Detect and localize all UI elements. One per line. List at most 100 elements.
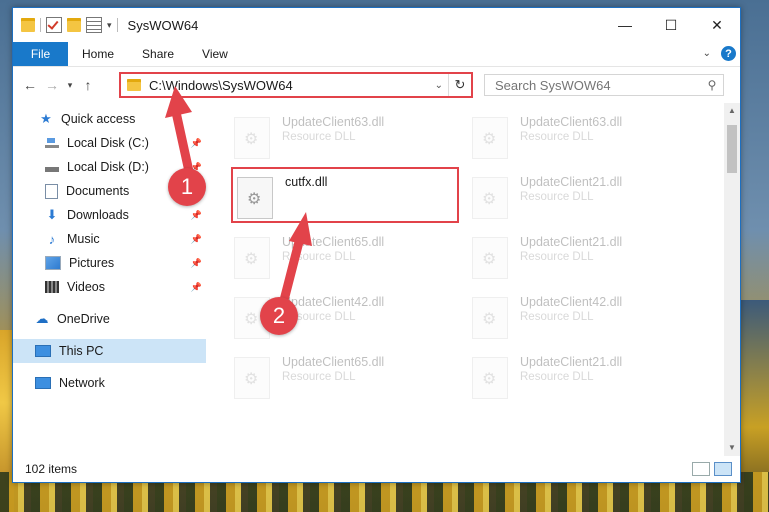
nav-local-disk-c[interactable]: Local Disk (C:) 📌	[13, 131, 206, 155]
list-item[interactable]: UpdateClient42.dll Resource DLL	[472, 293, 702, 353]
new-folder-icon[interactable]	[67, 18, 81, 32]
nav-downloads[interactable]: ⬇ Downloads 📌	[13, 203, 206, 227]
address-path[interactable]: C:\Windows\SysWOW64	[149, 78, 293, 93]
scroll-down-icon[interactable]: ▼	[724, 440, 740, 456]
scroll-up-icon[interactable]: ▲	[724, 103, 740, 119]
pin-icon[interactable]: 📌	[191, 210, 202, 221]
nav-label: Pictures	[69, 256, 115, 270]
pc-icon	[35, 345, 51, 357]
file-name: UpdateClient21.dll	[520, 235, 623, 249]
nav-onedrive[interactable]: ☁ OneDrive	[13, 307, 206, 331]
pictures-icon	[45, 256, 61, 270]
pin-icon[interactable]: 📌	[191, 138, 202, 149]
pin-icon[interactable]: 📌	[191, 258, 202, 269]
tab-file[interactable]: File	[13, 42, 68, 66]
expand-ribbon-icon[interactable]: ⌄	[703, 48, 711, 59]
back-arrow-icon[interactable]: ←	[19, 77, 41, 93]
status-bar: 102 items	[13, 456, 740, 482]
properties-icon[interactable]	[46, 17, 62, 33]
file-type: Resource DLL	[520, 251, 594, 263]
nav-label: Videos	[67, 280, 105, 294]
dll-file-icon	[472, 237, 508, 279]
list-item[interactable]: UpdateClient65.dll Resource DLL	[234, 353, 464, 413]
file-type: Resource DLL	[520, 131, 594, 143]
list-item[interactable]: UpdateClient21.dll Resource DLL	[472, 173, 702, 233]
nav-label: Quick access	[61, 112, 136, 126]
list-item[interactable]: UpdateClient65.dll Resource DLL	[234, 233, 464, 293]
cloud-icon: ☁	[35, 311, 49, 326]
details-view-icon[interactable]	[692, 462, 710, 476]
disk-icon	[45, 161, 59, 173]
title-bar: ▾ SysWOW64 — ☐ ✕	[13, 8, 740, 42]
network-icon	[35, 377, 51, 389]
nav-label: Local Disk (C:)	[67, 136, 149, 150]
tab-view[interactable]: View	[188, 42, 242, 66]
file-type: Resource DLL	[282, 131, 356, 143]
list-item-highlighted[interactable]: cutfx.dll	[231, 167, 459, 223]
view-switcher	[692, 462, 732, 476]
nav-pictures[interactable]: Pictures 📌	[13, 251, 206, 275]
qa-dropdown-icon[interactable]: ▾	[107, 20, 112, 31]
nav-label: Local Disk (D:)	[67, 160, 149, 174]
list-item[interactable]: UpdateClient63.dll Resource DLL	[234, 113, 464, 173]
nav-label: Downloads	[67, 208, 129, 222]
help-icon[interactable]: ?	[721, 46, 736, 61]
pin-icon[interactable]: 📌	[191, 282, 202, 293]
file-type: Resource DLL	[520, 371, 594, 383]
file-list: UpdateClient63.dll Resource DLL UpdateCli…	[206, 103, 724, 456]
nav-network[interactable]: Network	[13, 371, 206, 395]
download-icon: ⬇	[46, 207, 58, 222]
address-bar[interactable]: C:\Windows\SysWOW64 ⌄ ↻	[119, 72, 473, 98]
close-button[interactable]: ✕	[694, 8, 740, 42]
search-box[interactable]: ⚲	[484, 74, 724, 96]
dll-file-icon	[472, 297, 508, 339]
list-item[interactable]: UpdateClient21.dll Resource DLL	[472, 353, 702, 413]
file-name: UpdateClient65.dll	[282, 235, 385, 249]
refresh-icon[interactable]: ↻	[448, 74, 471, 96]
dll-file-icon	[472, 357, 508, 399]
search-input[interactable]	[493, 76, 701, 94]
disk-icon	[45, 137, 59, 149]
documents-icon	[45, 183, 58, 199]
nav-label: Documents	[66, 184, 130, 198]
file-name: cutfx.dll	[285, 175, 328, 189]
dll-file-icon	[472, 177, 508, 219]
window-title: SysWOW64	[127, 17, 199, 33]
explorer-window: ▾ SysWOW64 — ☐ ✕ File Home Share View ⌄ …	[12, 7, 741, 483]
address-row: ← → ▾ ↑ C:\Windows\SysWOW64 ⌄ ↻ ⚲	[13, 67, 740, 103]
address-dropdown-icon[interactable]: ⌄	[435, 80, 443, 91]
tab-home[interactable]: Home	[68, 42, 128, 66]
tab-share[interactable]: Share	[128, 42, 188, 66]
quick-access-toolbar: ▾	[21, 17, 118, 33]
star-icon: ★	[40, 111, 52, 126]
file-name: UpdateClient42.dll	[282, 295, 385, 309]
dll-file-icon	[234, 117, 270, 159]
nav-quick-access[interactable]: ★ Quick access	[13, 107, 206, 131]
forward-arrow-icon[interactable]: →	[41, 77, 63, 93]
maximize-button[interactable]: ☐	[648, 8, 694, 42]
search-icon[interactable]: ⚲	[701, 78, 723, 92]
folder-icon	[127, 79, 141, 91]
nav-label: Music	[67, 232, 100, 246]
dll-file-icon	[234, 237, 270, 279]
file-type: Resource DLL	[282, 251, 356, 263]
file-name: UpdateClient21.dll	[520, 355, 623, 369]
large-icons-view-icon[interactable]	[714, 462, 732, 476]
nav-label: Network	[59, 376, 105, 390]
minimize-button[interactable]: —	[602, 8, 648, 42]
nav-music[interactable]: ♪ Music 📌	[13, 227, 206, 251]
list-item[interactable]: UpdateClient63.dll Resource DLL	[472, 113, 702, 173]
recent-locations-icon[interactable]: ▾	[63, 80, 77, 91]
file-type: Resource DLL	[520, 311, 594, 323]
file-name: UpdateClient65.dll	[282, 355, 385, 369]
nav-videos[interactable]: Videos 📌	[13, 275, 206, 299]
scroll-thumb[interactable]	[727, 125, 737, 173]
vertical-scrollbar[interactable]: ▲ ▼	[724, 103, 740, 456]
nav-this-pc[interactable]: This PC	[13, 339, 206, 363]
customize-icon[interactable]	[86, 17, 102, 33]
list-item[interactable]: UpdateClient21.dll Resource DLL	[472, 233, 702, 293]
nav-label: This PC	[59, 344, 104, 358]
file-name: UpdateClient21.dll	[520, 175, 623, 189]
pin-icon[interactable]: 📌	[191, 234, 202, 245]
up-arrow-icon[interactable]: ↑	[77, 77, 99, 93]
